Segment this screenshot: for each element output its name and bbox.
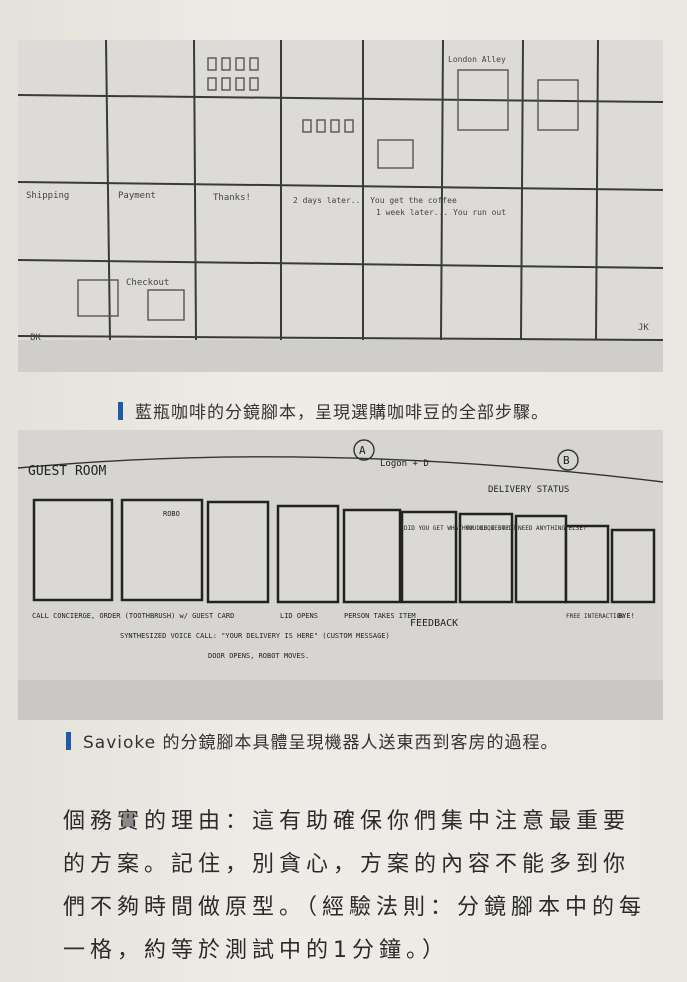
panel-inner-8: NEED ANYTHING ELSE? xyxy=(518,525,587,532)
caption-blue-bottle: 藍瓶咖啡的分鏡腳本，呈現選購咖啡豆的全部步驟。 xyxy=(118,398,549,423)
savioke-sketch: GUEST ROOM A B Logon + D DELIVERY STATUS… xyxy=(18,430,663,720)
panel-inner-7: HOW DID I DO? xyxy=(462,525,509,532)
sketch-circle-b: B xyxy=(563,454,570,467)
panel-caption-10: BYE! xyxy=(618,612,635,620)
whiteboard-sketch: Thanks! Checkout Shipping Payment 2 days… xyxy=(18,40,663,372)
panel-caption-1: CALL CONCIERGE, ORDER (TOOTHBRUSH) w/ GU… xyxy=(32,612,234,620)
book-page: Thanks! Checkout Shipping Payment 2 days… xyxy=(0,0,687,982)
sketch-header-guest-room: GUEST ROOM xyxy=(28,464,106,479)
sketch-text-checkout: Checkout xyxy=(126,278,169,288)
sketch-circle-a: A xyxy=(359,444,366,457)
caption-marker xyxy=(118,401,123,420)
sketch-text-thanks: Thanks! xyxy=(213,193,251,203)
panel-caption-5: PERSON TAKES ITEM xyxy=(344,612,416,620)
sketch-text-bk: BK xyxy=(30,333,41,343)
sketch-text-london-alley: London Alley xyxy=(448,55,506,64)
panel-caption-4: LID OPENS xyxy=(280,612,318,620)
sketch-text-1-week: 1 week later... You run out xyxy=(376,208,506,217)
caption-text: Savioke 的分鏡腳本具體呈現機器人送東西到客房的過程。 xyxy=(83,733,559,753)
caption-savioke: Savioke 的分鏡腳本具體呈現機器人送東西到客房的過程。 xyxy=(66,728,559,753)
caption-marker xyxy=(66,731,71,750)
panel-inner-robo: ROBO xyxy=(163,510,180,518)
panel-caption-2: SYNTHESIZED VOICE CALL: "YOUR DELIVERY I… xyxy=(120,632,390,640)
sketch-delivery-status: DELIVERY STATUS xyxy=(488,485,569,495)
caption-text: 藍瓶咖啡的分鏡腳本，呈現選購咖啡豆的全部步驟。 xyxy=(135,403,549,423)
sketch-text-payment: Payment xyxy=(118,191,156,201)
sketch-text-shipping: Shipping xyxy=(26,191,69,201)
body-paragraph: 個務實的理由：這有助確保你們集中注意最重要的方案。記住，別貪心，方案的內容不能多… xyxy=(63,809,647,963)
storyboard-photo-savioke: GUEST ROOM A B Logon + D DELIVERY STATUS… xyxy=(18,430,663,720)
sketch-logon: Logon + D xyxy=(380,459,429,469)
sketch-text-2-days: 2 days later... You get the coffee xyxy=(293,196,457,205)
storyboard-photo-blue-bottle: Thanks! Checkout Shipping Payment 2 days… xyxy=(18,40,663,372)
panel-caption-9: FREE INTERACTION xyxy=(566,613,624,620)
panel-caption-3: DOOR OPENS, ROBOT MOVES. xyxy=(208,652,309,660)
sketch-feedback: FEEDBACK xyxy=(410,618,458,629)
sketch-text-jk: JK xyxy=(638,323,649,333)
